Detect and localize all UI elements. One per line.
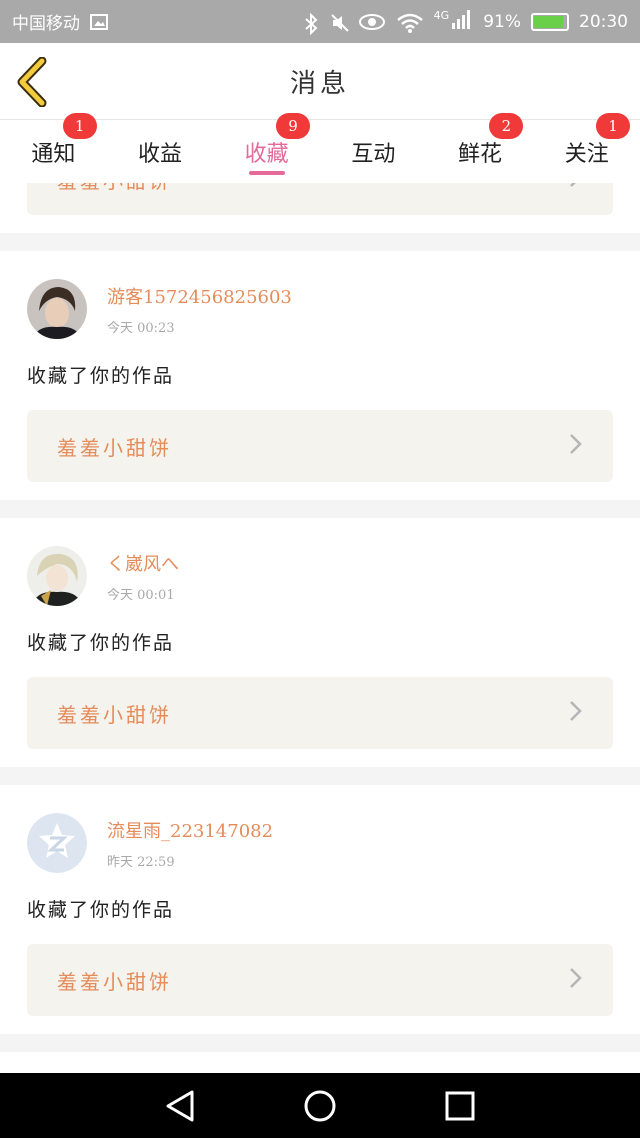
tab-item[interactable]: 通知 1 (0, 113, 107, 183)
nav-home-button[interactable] (300, 1086, 340, 1126)
mute-icon (330, 13, 349, 32)
work-title: 羞羞小甜饼 (57, 435, 172, 460)
back-button[interactable] (14, 56, 54, 108)
eye-icon (358, 13, 386, 31)
signal-icon (451, 9, 473, 34)
work-link[interactable]: 羞羞小甜饼 (27, 944, 613, 1016)
tab-label: 关注 (564, 141, 609, 167)
top-app-bar: 消息 (0, 43, 640, 120)
tab-label: 收藏 (244, 141, 289, 167)
tab-label: 通知 (31, 141, 76, 167)
unread-count-badge: 2 (489, 113, 524, 139)
square-recent-icon (445, 1091, 475, 1120)
username[interactable]: 游客1572456825603 (107, 283, 292, 309)
clock-label: 20:30 (579, 11, 628, 32)
tab-item[interactable]: 收藏 9 (213, 113, 320, 183)
nav-back-button[interactable] (160, 1086, 200, 1126)
tab-item[interactable]: 互动 (320, 120, 427, 183)
avatar[interactable] (27, 279, 87, 339)
action-text: 收藏了你的作品 (27, 365, 175, 387)
unread-count-badge: 1 (596, 113, 631, 139)
work-link[interactable]: 羞羞小甜饼 (27, 677, 613, 749)
status-bar: 中国移动 4G 91% 20:30 (0, 0, 640, 43)
unread-count-badge: 9 (276, 113, 311, 139)
active-tab-indicator (248, 171, 285, 175)
favorite-notification-card: く崴风へ今天 00:01 收藏了你的作品羞羞小甜饼 (0, 518, 640, 767)
unread-count-badge: 1 (62, 113, 97, 139)
action-text: 收藏了你的作品 (27, 632, 175, 654)
timestamp: 今天 00:23 (107, 320, 175, 336)
timestamp: 昨天 22:59 (107, 854, 175, 870)
triangle-back-icon (166, 1090, 194, 1121)
action-text: 收藏了你的作品 (27, 899, 175, 921)
battery-icon (531, 12, 569, 31)
battery-percent-label: 91% (483, 11, 521, 32)
chevron-right-icon (569, 700, 583, 726)
username[interactable]: く崴风へ (107, 550, 179, 576)
username[interactable]: 流星雨_223147082 (107, 817, 273, 843)
tab-item[interactable]: 鲜花 2 (427, 113, 534, 183)
work-title: 羞羞小甜饼 (57, 183, 172, 194)
work-title: 羞羞小甜饼 (57, 969, 172, 994)
tab-label: 鲜花 (458, 141, 503, 167)
work-link[interactable]: 羞羞小甜饼 (27, 410, 613, 482)
favorites-feed: 羞羞小甜饼 游客1572456825603今天 00:23收藏了你的作品羞羞小甜… (0, 183, 640, 1073)
chevron-left-icon (17, 56, 47, 108)
carrier-label: 中国移动 (12, 14, 80, 34)
avatar[interactable] (27, 813, 87, 873)
image-icon (90, 13, 108, 31)
tab-label: 互动 (351, 141, 396, 167)
partial-card: 羞羞小甜饼 (0, 183, 640, 233)
wifi-icon (396, 13, 424, 33)
system-navigation-bar (0, 1073, 640, 1138)
timestamp: 今天 00:01 (107, 587, 175, 603)
chevron-right-icon (569, 967, 583, 993)
partial-card (0, 1052, 640, 1073)
network-type-label: 4G (433, 9, 450, 22)
favorite-notification-card: 流星雨_223147082 昨天 22:59 收藏了你的作品羞羞小甜饼 (0, 785, 640, 1034)
circle-home-icon (304, 1090, 336, 1121)
work-link[interactable]: 羞羞小甜饼 (27, 183, 613, 215)
bluetooth-icon (302, 12, 320, 35)
chevron-right-icon (569, 183, 583, 192)
tab-item[interactable]: 关注 1 (533, 113, 640, 183)
page-title: 消息 (289, 68, 350, 99)
battery-fill (534, 15, 564, 28)
avatar[interactable] (27, 546, 87, 606)
tab-item[interactable]: 收益 (107, 120, 214, 183)
message-tabs: 通知 1 收益 收藏 9 互动 鲜花 2 关注 1 (0, 113, 640, 183)
chevron-right-icon (569, 433, 583, 459)
nav-recent-button[interactable] (440, 1086, 480, 1126)
favorite-notification-card: 游客1572456825603 今天 00:23 收藏了你的作品羞羞小甜饼 (0, 251, 640, 500)
work-title: 羞羞小甜饼 (57, 702, 172, 727)
tab-label: 收益 (138, 141, 183, 167)
